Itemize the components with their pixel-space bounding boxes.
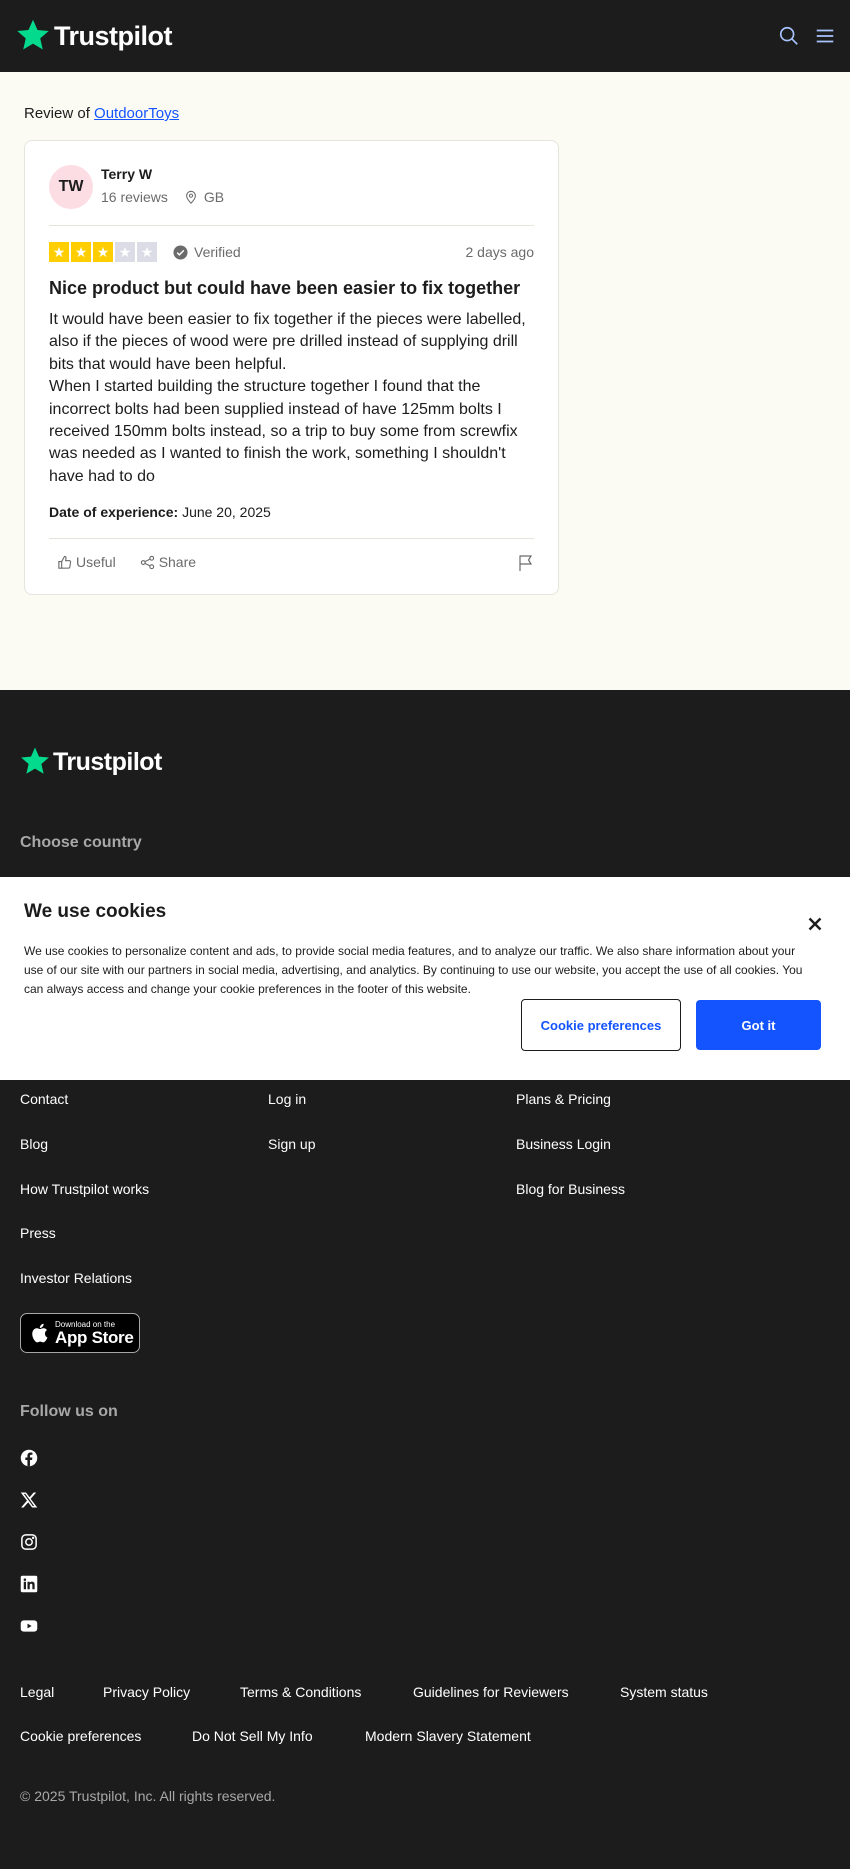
thumbs-up-icon bbox=[58, 555, 72, 569]
share-button[interactable]: Share bbox=[140, 554, 196, 570]
check-circle-icon bbox=[173, 244, 188, 260]
cookie-banner-text: We use cookies to personalize content an… bbox=[24, 944, 803, 996]
footer-link-plans-pricing[interactable]: Plans & Pricing bbox=[516, 1091, 611, 1107]
review-card: TW Terry W 16 reviews GB ★ ★ ★ ★ ★ Verified … bbox=[24, 140, 559, 595]
trustpilot-star-icon bbox=[21, 747, 49, 774]
review-date: 2 days ago bbox=[465, 244, 535, 260]
divider bbox=[49, 538, 534, 539]
cookie-banner-title: We use cookies bbox=[24, 901, 167, 922]
legal-link-terms-conditions[interactable]: Terms & Conditions bbox=[240, 1684, 361, 1700]
legal-link-legal[interactable]: Legal bbox=[20, 1684, 54, 1700]
location-pin-icon bbox=[186, 190, 196, 204]
youtube-icon[interactable] bbox=[20, 1617, 38, 1635]
footer-link-log-in[interactable]: Log in bbox=[268, 1091, 306, 1107]
app-store-text: Download on the App Store bbox=[55, 1320, 134, 1347]
reviewer-meta: 16 reviews GB bbox=[101, 189, 224, 205]
verified-badge[interactable]: Verified bbox=[173, 244, 241, 260]
follow-us-heading: Follow us on bbox=[20, 1403, 118, 1420]
close-icon[interactable] bbox=[808, 917, 822, 931]
brand-name: Trustpilot bbox=[53, 748, 162, 776]
footer-link-blog[interactable]: Blog bbox=[20, 1136, 48, 1152]
legal-link-privacy-policy[interactable]: Privacy Policy bbox=[103, 1684, 190, 1700]
brand-name: Trustpilot bbox=[54, 21, 173, 51]
verified-label: Verified bbox=[194, 244, 241, 260]
star-filled-icon: ★ bbox=[49, 242, 69, 262]
footer-link-press[interactable]: Press bbox=[20, 1225, 56, 1241]
flag-icon[interactable] bbox=[518, 554, 534, 572]
divider bbox=[49, 225, 534, 226]
x-icon[interactable] bbox=[20, 1491, 38, 1509]
star-empty-icon: ★ bbox=[137, 242, 157, 262]
footer-link-business-login[interactable]: Business Login bbox=[516, 1136, 611, 1152]
review-title: Nice product but could have been easier … bbox=[49, 278, 521, 298]
legal-link-do-not-sell[interactable]: Do Not Sell My Info bbox=[192, 1728, 313, 1744]
reviewer-country: GB bbox=[203, 189, 225, 205]
legal-link-system-status[interactable]: System status bbox=[620, 1684, 708, 1700]
footer-trustpilot-logo[interactable]: Trustpilot bbox=[20, 745, 162, 777]
footer-link-investor-relations[interactable]: Investor Relations bbox=[20, 1270, 132, 1286]
useful-button[interactable]: Useful bbox=[57, 554, 116, 570]
legal-link-cookie-preferences[interactable]: Cookie preferences bbox=[20, 1728, 141, 1744]
main-content: Review of OutdoorToys TW Terry W 16 revi… bbox=[0, 72, 850, 690]
app-store-big-text: App Store bbox=[55, 1327, 134, 1347]
linkedin-icon[interactable] bbox=[20, 1575, 38, 1593]
review-count: 16 reviews bbox=[101, 189, 168, 205]
useful-label: Useful bbox=[76, 554, 116, 570]
review-of-line: Review of OutdoorToys bbox=[24, 105, 179, 122]
review-body: It would have been easier to fix togethe… bbox=[49, 311, 526, 485]
search-icon[interactable] bbox=[778, 25, 800, 47]
cookie-banner: We use cookies We use cookies to persona… bbox=[0, 877, 850, 1080]
star-filled-icon: ★ bbox=[93, 242, 113, 262]
footer-link-how-trustpilot-works[interactable]: How Trustpilot works bbox=[20, 1181, 149, 1197]
share-label: Share bbox=[158, 554, 197, 570]
footer-link-contact[interactable]: Contact bbox=[20, 1091, 68, 1107]
app-store-button[interactable]: Download on the App Store bbox=[20, 1313, 140, 1353]
site-header: Trustpilot bbox=[0, 0, 850, 72]
footer-link-sign-up[interactable]: Sign up bbox=[268, 1136, 315, 1152]
facebook-icon[interactable] bbox=[20, 1449, 38, 1467]
instagram-icon[interactable] bbox=[20, 1533, 38, 1551]
got-it-button[interactable]: Got it bbox=[696, 1000, 821, 1050]
share-icon bbox=[140, 555, 154, 569]
date-of-experience: Date of experience: June 20, 2025 bbox=[49, 504, 271, 520]
legal-link-guidelines-for-reviewers[interactable]: Guidelines for Reviewers bbox=[413, 1684, 569, 1700]
experience-label: Date of experience: bbox=[49, 504, 179, 520]
avatar[interactable]: TW bbox=[49, 165, 93, 209]
trustpilot-logo[interactable]: Trustpilot bbox=[16, 18, 173, 52]
experience-date: June 20, 2025 bbox=[182, 504, 271, 520]
star-rating: ★ ★ ★ ★ ★ bbox=[49, 242, 157, 262]
footer-link-blog-for-business[interactable]: Blog for Business bbox=[516, 1181, 625, 1197]
review-actions: Useful Share bbox=[49, 554, 220, 570]
cookie-preferences-button[interactable]: Cookie preferences bbox=[521, 999, 681, 1051]
review-of-prefix: Review of bbox=[24, 105, 90, 122]
trustpilot-star-icon bbox=[17, 19, 49, 50]
reviewer-name[interactable]: Terry W bbox=[101, 166, 152, 182]
company-link[interactable]: OutdoorToys bbox=[94, 105, 179, 122]
apple-icon bbox=[32, 1323, 48, 1343]
star-empty-icon: ★ bbox=[115, 242, 135, 262]
star-filled-icon: ★ bbox=[71, 242, 91, 262]
menu-icon[interactable] bbox=[814, 25, 836, 47]
legal-link-modern-slavery[interactable]: Modern Slavery Statement bbox=[365, 1728, 531, 1744]
copyright-text: © 2025 Trustpilot, Inc. All rights reser… bbox=[20, 1788, 276, 1804]
choose-country[interactable]: Choose country bbox=[20, 834, 142, 852]
site-footer: Trustpilot Choose country Contact Blog H… bbox=[0, 690, 850, 1869]
